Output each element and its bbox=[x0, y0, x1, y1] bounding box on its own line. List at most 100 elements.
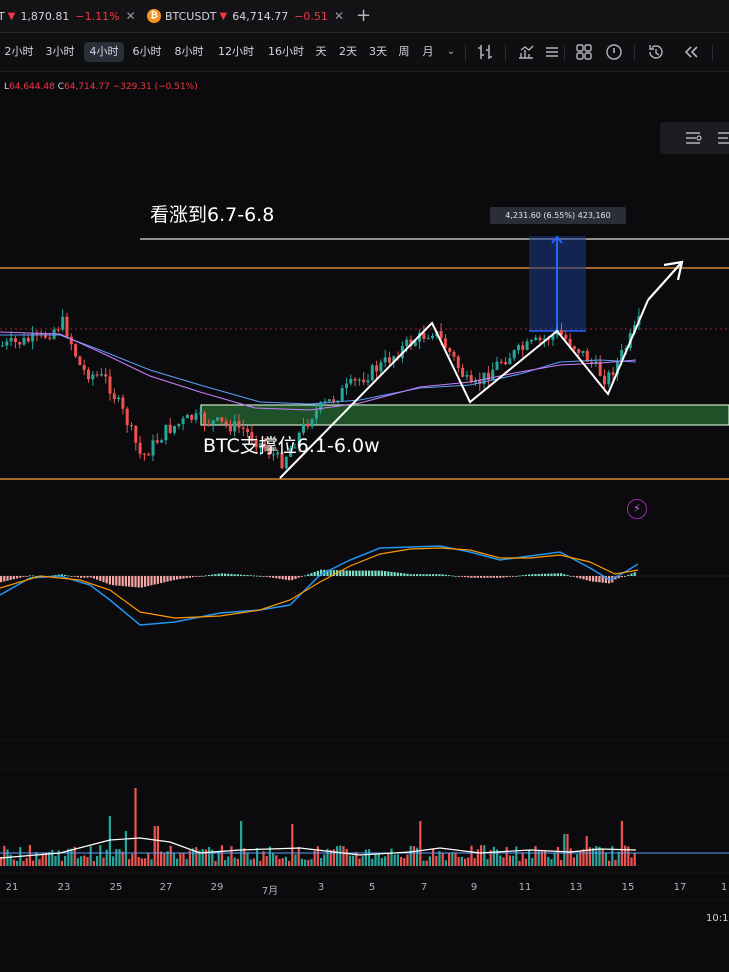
volume-bar bbox=[348, 855, 351, 866]
macd-bar bbox=[345, 570, 348, 576]
bullish-target-label[interactable]: 看涨到6.7-6.8 bbox=[150, 200, 274, 227]
candle bbox=[216, 417, 219, 421]
macd-bar bbox=[460, 576, 463, 577]
candle bbox=[465, 374, 469, 377]
macd-bar bbox=[556, 573, 559, 576]
time-tick: 21 bbox=[5, 882, 19, 893]
close-icon[interactable]: ✕ bbox=[126, 9, 136, 23]
close-icon[interactable]: ✕ bbox=[334, 9, 344, 23]
add-tab-icon[interactable]: + bbox=[356, 5, 371, 26]
candle bbox=[345, 383, 348, 389]
macd-bar bbox=[467, 576, 470, 578]
lightning-icon[interactable]: ⚡ bbox=[627, 499, 647, 519]
volume-bar bbox=[560, 859, 563, 866]
chevron-down-icon[interactable]: ⌄ bbox=[441, 42, 461, 62]
macd-bar bbox=[441, 574, 444, 576]
candle bbox=[74, 344, 78, 357]
timeframe-3h[interactable]: 3小时 bbox=[43, 42, 77, 62]
timeframe-12h[interactable]: 12小时 bbox=[214, 42, 258, 62]
candle bbox=[13, 338, 17, 342]
macd-bar bbox=[105, 576, 108, 584]
candle bbox=[56, 329, 60, 331]
volume-bar bbox=[486, 859, 489, 866]
volume-bar bbox=[54, 856, 57, 866]
macd-bar bbox=[480, 576, 483, 578]
macd-bar bbox=[454, 575, 457, 577]
tab-btcusdt[interactable]: ₿ BTCUSDT ▼ 64,714.77 −0.51 ✕ bbox=[147, 0, 344, 32]
candle bbox=[138, 442, 142, 454]
macd-bar bbox=[294, 576, 297, 579]
candle bbox=[405, 339, 409, 346]
volume-bar bbox=[304, 859, 307, 866]
timeframe-3d[interactable]: 3天 bbox=[366, 42, 390, 62]
candle bbox=[388, 357, 391, 363]
macd-bar bbox=[396, 572, 399, 576]
indicators-menu-icon[interactable] bbox=[542, 42, 562, 62]
bitcoin-icon: ₿ bbox=[147, 9, 161, 23]
volume-bar bbox=[121, 851, 124, 866]
volume-bar bbox=[259, 860, 262, 866]
timeframe-2d[interactable]: 2天 bbox=[336, 42, 360, 62]
timeframe-2h[interactable]: 2小时 bbox=[3, 42, 35, 62]
volume-bar bbox=[521, 852, 524, 866]
macd-bar bbox=[252, 575, 255, 577]
macd-bar bbox=[89, 576, 92, 578]
candle bbox=[517, 345, 520, 351]
support-label[interactable]: BTC支撑位6.1-6.0w bbox=[203, 431, 380, 458]
macd-bar bbox=[355, 570, 358, 576]
macd-bar bbox=[249, 575, 252, 577]
macd-bar bbox=[387, 571, 390, 576]
candle bbox=[61, 316, 65, 330]
macd-bar bbox=[444, 574, 447, 576]
tab-symbol: T bbox=[0, 9, 5, 23]
macd-bar bbox=[64, 574, 67, 576]
volume-bar bbox=[297, 847, 300, 866]
timeframe-8h[interactable]: 8小时 bbox=[171, 42, 207, 62]
chart-canvas[interactable] bbox=[0, 0, 729, 972]
macd-bar bbox=[67, 575, 70, 577]
time-tick: 11 bbox=[518, 882, 532, 893]
macd-bar bbox=[547, 573, 550, 576]
timeframe-1d[interactable]: 天 bbox=[313, 42, 329, 62]
macd-bar bbox=[377, 570, 380, 576]
layout-icon[interactable] bbox=[574, 42, 594, 62]
candle bbox=[426, 338, 430, 340]
volume-bar bbox=[163, 852, 166, 866]
volume-bar bbox=[3, 845, 6, 866]
macd-bar bbox=[25, 576, 28, 577]
measure-box[interactable] bbox=[529, 235, 586, 332]
macd-bar bbox=[304, 575, 307, 577]
macd-bar bbox=[3, 576, 6, 582]
indicators-icon[interactable] bbox=[516, 42, 536, 62]
volume-bar bbox=[195, 847, 198, 866]
volume-bar bbox=[288, 860, 291, 866]
candle bbox=[104, 374, 108, 377]
time-tick: 9 bbox=[470, 882, 478, 893]
timeframe-week[interactable]: 周 bbox=[396, 42, 412, 62]
candle bbox=[164, 424, 168, 441]
tab-eth[interactable]: T ▼ 1,870.81 −1.11% ✕ bbox=[0, 0, 136, 32]
candle bbox=[160, 440, 164, 443]
support-zone[interactable] bbox=[200, 404, 729, 426]
object-tree-button[interactable] bbox=[660, 122, 729, 154]
alert-icon[interactable] bbox=[604, 42, 624, 62]
rewind-icon[interactable] bbox=[681, 42, 701, 62]
candle bbox=[379, 362, 383, 372]
timeframe-4h[interactable]: 4小时 bbox=[84, 42, 124, 62]
macd-bar bbox=[160, 576, 163, 584]
macd-bar bbox=[259, 575, 262, 577]
volume-bar bbox=[400, 856, 403, 866]
volume-bar bbox=[115, 848, 118, 866]
macd-bar bbox=[108, 576, 111, 585]
macd-bar bbox=[352, 570, 355, 576]
timeframe-6h[interactable]: 6小时 bbox=[129, 42, 165, 62]
replay-icon[interactable] bbox=[646, 42, 666, 62]
timeframe-16h[interactable]: 16小时 bbox=[264, 42, 308, 62]
toolbar-divider bbox=[465, 45, 466, 61]
timeframe-month[interactable]: 月 bbox=[420, 42, 436, 62]
macd-bar bbox=[576, 576, 579, 578]
bar-style-icon[interactable] bbox=[475, 42, 495, 62]
candle bbox=[190, 414, 194, 420]
macd-bar bbox=[579, 576, 582, 579]
volume-bar bbox=[140, 858, 143, 866]
